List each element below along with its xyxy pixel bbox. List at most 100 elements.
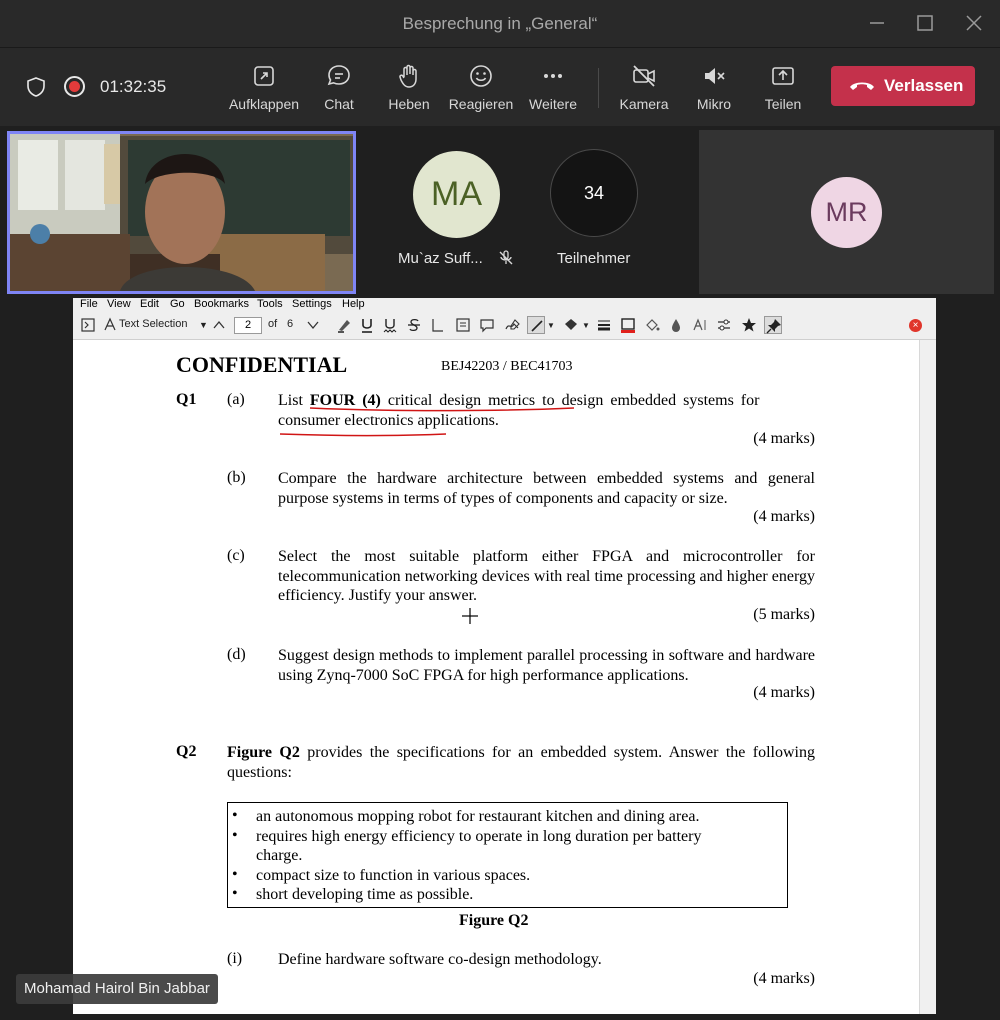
avatar-ma-initials: MA bbox=[431, 175, 482, 213]
q1a-marks: (4 marks) bbox=[753, 430, 815, 447]
share-icon bbox=[772, 67, 794, 85]
minimize-icon[interactable] bbox=[864, 10, 890, 36]
raise-hand-button[interactable]: Heben bbox=[387, 62, 431, 112]
camera-button[interactable]: Kamera bbox=[619, 62, 669, 112]
bullet-2: requires high energy efficiency to opera… bbox=[256, 828, 702, 845]
previous-page-icon[interactable] bbox=[210, 316, 228, 334]
expand-label: Aufklappen bbox=[228, 96, 300, 112]
recording-icon bbox=[64, 76, 85, 97]
menu-bookmarks[interactable]: Bookmarks bbox=[194, 298, 249, 310]
maximize-icon[interactable] bbox=[912, 10, 938, 36]
speaker-muted-icon bbox=[705, 68, 725, 84]
q2i-label: (i) bbox=[227, 950, 243, 967]
mic-button[interactable]: Mikro bbox=[692, 62, 736, 112]
total-pages: 6 bbox=[287, 318, 294, 330]
participant-count: 34 bbox=[583, 182, 605, 203]
mic-label: Mikro bbox=[696, 96, 732, 112]
question-2-label: Q2 bbox=[176, 743, 197, 760]
menu-view[interactable]: View bbox=[107, 298, 131, 310]
next-page-icon[interactable] bbox=[304, 316, 322, 334]
expand-icon bbox=[254, 66, 274, 86]
q2-intro-text: provides the specifications for an embed… bbox=[227, 744, 815, 781]
page-of-label: of bbox=[268, 318, 278, 330]
q1b-text: Compare the hardware architecture betwee… bbox=[278, 470, 815, 507]
close-annotation-toolbar-icon[interactable]: × bbox=[909, 319, 922, 332]
participant-count-badge[interactable]: 34 bbox=[550, 149, 638, 237]
viewer-toolbar: Text Selection ▼ 2 of 6 ▼ ▼ × bbox=[73, 312, 936, 340]
line-width-icon[interactable] bbox=[595, 316, 613, 334]
meeting-timer: 01:32:35 bbox=[100, 77, 167, 96]
menu-file[interactable]: File bbox=[80, 298, 98, 310]
shield-icon[interactable] bbox=[25, 76, 47, 98]
course-code: BEJ42203 / BEC41703 bbox=[441, 359, 573, 374]
title-bar: Besprechung in „General“ bbox=[0, 0, 1000, 48]
share-label: Teilen bbox=[764, 96, 802, 112]
question-1-label: Q1 bbox=[176, 391, 197, 408]
star-icon[interactable] bbox=[740, 316, 758, 334]
leave-button[interactable]: Verlassen bbox=[831, 66, 975, 106]
text-cursor-icon[interactable] bbox=[101, 316, 119, 334]
line-tool-icon[interactable] bbox=[527, 316, 545, 334]
avatar-ma[interactable]: MA bbox=[413, 151, 500, 238]
font-icon[interactable] bbox=[691, 316, 709, 334]
squiggly-underline-icon[interactable] bbox=[381, 316, 399, 334]
chat-button[interactable]: Chat bbox=[318, 62, 360, 112]
menu-settings[interactable]: Settings bbox=[292, 298, 332, 310]
typewriter-icon[interactable] bbox=[429, 316, 447, 334]
document-page: CONFIDENTIAL BEJ42203 / BEC41703 Q1 (a) … bbox=[73, 340, 918, 1014]
menu-go[interactable]: Go bbox=[170, 298, 185, 310]
border-color-icon[interactable] bbox=[619, 316, 637, 334]
participant-name-ma: Mu`az Suff... bbox=[398, 250, 483, 267]
viewer-menubar: File View Edit Go Bookmarks Tools Settin… bbox=[73, 298, 936, 312]
avatar-mr[interactable]: MR bbox=[811, 177, 882, 248]
q2i-marks: (4 marks) bbox=[753, 970, 815, 987]
menu-edit[interactable]: Edit bbox=[140, 298, 159, 310]
crosshair-cursor-icon bbox=[462, 608, 478, 624]
more-button[interactable]: Weitere bbox=[527, 62, 579, 112]
avatar-mr-initials: MR bbox=[825, 197, 868, 227]
shared-screen: File View Edit Go Bookmarks Tools Settin… bbox=[73, 298, 936, 1014]
presenter-name-tag: Mohamad Hairol Bin Jabbar bbox=[16, 974, 218, 1004]
underline-icon[interactable] bbox=[358, 316, 376, 334]
q1c-text: Select the most suitable platform either… bbox=[278, 548, 815, 605]
highlight-icon[interactable] bbox=[335, 316, 353, 334]
bullet-2-continued: charge. bbox=[256, 847, 303, 864]
presenter-video[interactable] bbox=[7, 131, 356, 294]
stamp-dropdown-icon[interactable]: ▼ bbox=[582, 321, 590, 330]
q1b-marks: (4 marks) bbox=[753, 508, 815, 525]
page-number-input[interactable]: 2 bbox=[234, 317, 262, 334]
share-button[interactable]: Teilen bbox=[763, 62, 803, 112]
strikeout-icon[interactable] bbox=[405, 316, 423, 334]
react-label: Reagieren bbox=[448, 96, 514, 112]
mic-off-icon bbox=[497, 249, 515, 267]
q1c-label: (c) bbox=[227, 547, 245, 564]
note-icon[interactable] bbox=[478, 316, 496, 334]
sidebar-toggle-icon[interactable] bbox=[79, 316, 97, 334]
q1c-marks: (5 marks) bbox=[753, 606, 815, 623]
hang-up-icon bbox=[850, 82, 874, 90]
hand-icon bbox=[399, 64, 417, 88]
q1d-label: (d) bbox=[227, 646, 246, 663]
close-icon[interactable] bbox=[961, 10, 987, 36]
menu-tools[interactable]: Tools bbox=[257, 298, 283, 310]
selection-mode-label[interactable]: Text Selection bbox=[119, 318, 187, 330]
signature-icon[interactable] bbox=[503, 316, 521, 334]
vertical-scrollbar[interactable] bbox=[919, 340, 936, 1014]
pin-icon[interactable] bbox=[764, 316, 782, 334]
line-dropdown-icon[interactable]: ▼ bbox=[547, 321, 555, 330]
video-frame bbox=[10, 134, 353, 291]
stamp-icon[interactable] bbox=[562, 316, 580, 334]
bullet-4-marker: • bbox=[232, 885, 238, 902]
more-label: Weitere bbox=[529, 96, 577, 112]
fill-color-icon[interactable] bbox=[643, 316, 661, 334]
figure-caption: Figure Q2 bbox=[459, 912, 529, 929]
react-button[interactable]: Reagieren bbox=[448, 62, 514, 112]
mode-dropdown-icon[interactable]: ▼ bbox=[199, 320, 208, 330]
properties-icon[interactable] bbox=[715, 316, 733, 334]
camera-label: Kamera bbox=[619, 96, 669, 112]
opacity-icon[interactable] bbox=[667, 316, 685, 334]
textbox-icon[interactable] bbox=[454, 316, 472, 334]
expand-button[interactable]: Aufklappen bbox=[228, 62, 300, 112]
bullet-3-marker: • bbox=[232, 866, 238, 883]
menu-help[interactable]: Help bbox=[342, 298, 365, 310]
